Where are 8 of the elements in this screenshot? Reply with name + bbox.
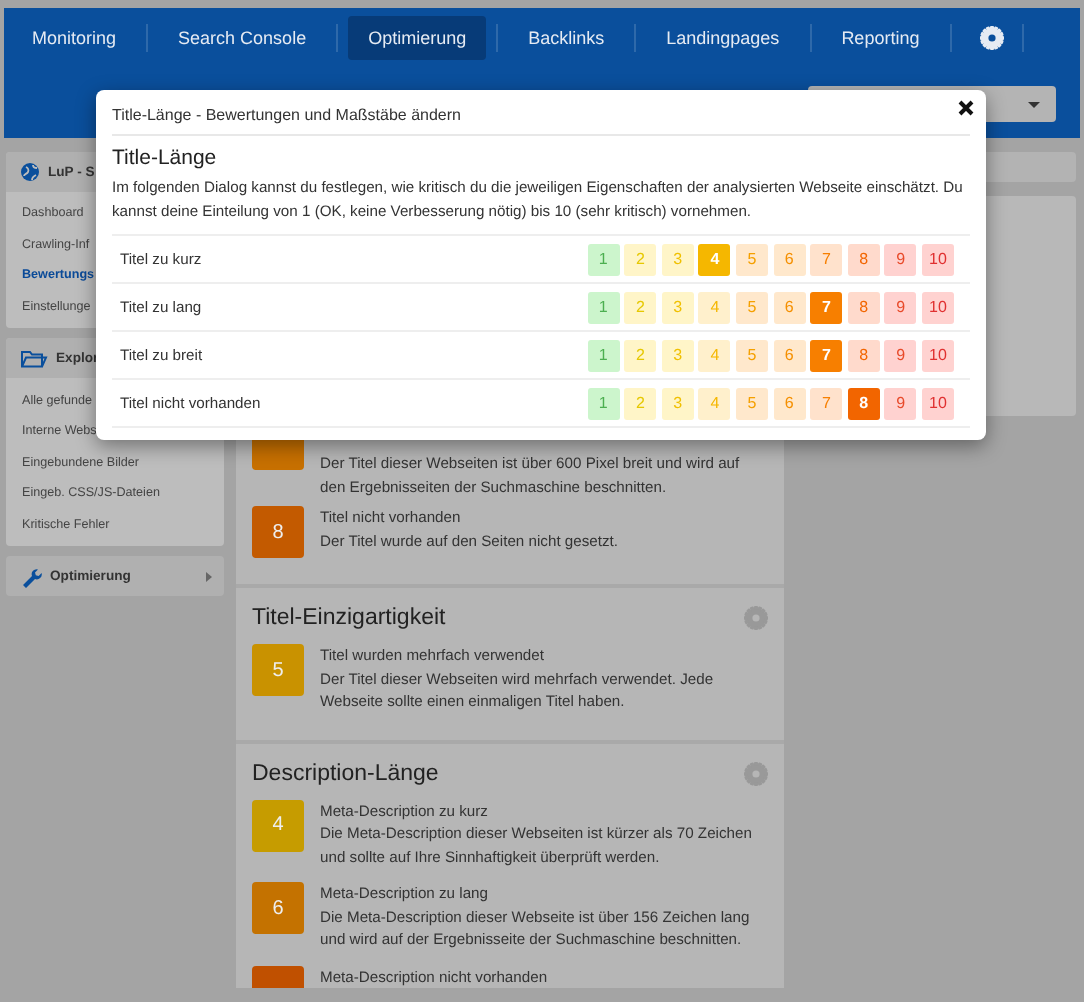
score-badge: 8 [252, 506, 304, 558]
section-heading: Titel-Einzigartigkeit [252, 606, 446, 630]
score-badge: 6 [252, 882, 304, 934]
score-badge: 5 [252, 644, 304, 696]
dialog-heading: Title-Länge [112, 146, 219, 170]
dialog-title: Title-Länge - Bewertungen und Maßstäbe ändern [112, 106, 461, 124]
score-badge: 4 [252, 799, 304, 851]
section-heading: Description-Länge [252, 761, 439, 785]
